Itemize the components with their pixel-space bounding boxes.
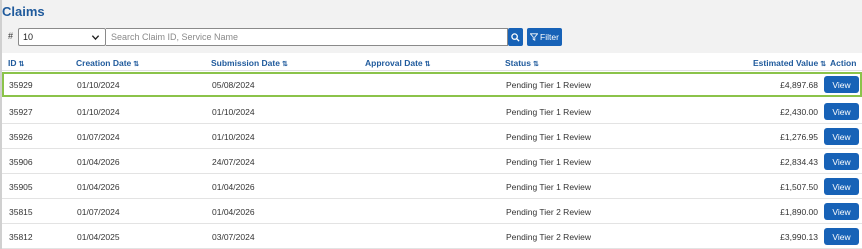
cell-estimated-value: £1,890.00 bbox=[780, 207, 818, 217]
table-row[interactable]: 35927 01/10/2024 01/10/2024 Pending Tier… bbox=[2, 99, 862, 124]
cell-submission-date: 01/04/2026 bbox=[212, 207, 255, 217]
view-button[interactable]: View bbox=[824, 203, 859, 220]
cell-id: 35815 bbox=[9, 207, 33, 217]
chevron-down-icon bbox=[91, 35, 100, 41]
cell-estimated-value: £1,276.95 bbox=[780, 132, 818, 142]
cell-submission-date: 01/10/2024 bbox=[212, 132, 255, 142]
cell-status: Pending Tier 1 Review bbox=[506, 132, 592, 142]
cell-creation-date: 01/04/2025 bbox=[77, 232, 120, 242]
cell-status: Pending Tier 1 Review bbox=[506, 107, 592, 117]
cell-id: 35906 bbox=[9, 157, 33, 167]
column-header-estimated-value[interactable]: Estimated Value ⇅ bbox=[753, 58, 826, 68]
cell-estimated-value: £4,897.68 bbox=[780, 80, 818, 90]
view-button[interactable]: View bbox=[824, 103, 859, 120]
cell-estimated-value: £3,990.13 bbox=[780, 232, 818, 242]
toolbar: # 10 Search Claim ID, Service Name Filte… bbox=[0, 28, 862, 47]
column-header-submission-date[interactable]: Submission Date ⇅ bbox=[211, 58, 288, 68]
cell-creation-date: 01/04/2026 bbox=[77, 182, 120, 192]
table-row[interactable]: 35926 01/07/2024 01/10/2024 Pending Tier… bbox=[2, 124, 862, 149]
cell-creation-date: 01/07/2024 bbox=[77, 207, 120, 217]
sort-icon[interactable]: ⇅ bbox=[425, 61, 431, 68]
cell-id: 35905 bbox=[9, 182, 33, 192]
view-button[interactable]: View bbox=[824, 178, 859, 195]
cell-submission-date: 24/07/2024 bbox=[212, 157, 255, 167]
page-title: Claims bbox=[2, 4, 45, 19]
table-row[interactable]: 35905 01/04/2026 01/04/2026 Pending Tier… bbox=[2, 174, 862, 199]
column-header-status[interactable]: Status ⇅ bbox=[505, 58, 539, 68]
table-row[interactable]: 35929 01/10/2024 05/08/2024 Pending Tier… bbox=[2, 72, 862, 97]
cell-status: Pending Tier 1 Review bbox=[506, 157, 592, 167]
column-header-creation-date[interactable]: Creation Date ⇅ bbox=[76, 58, 139, 68]
table-header: ID ⇅ Creation Date ⇅ Submission Date ⇅ Appr… bbox=[2, 53, 862, 71]
filter-icon bbox=[530, 33, 539, 41]
sort-icon[interactable]: ⇅ bbox=[19, 61, 25, 68]
cell-id: 35926 bbox=[9, 132, 33, 142]
cell-estimated-value: £1,507.50 bbox=[780, 182, 818, 192]
page-size-value: 10 bbox=[23, 32, 34, 42]
cell-submission-date: 03/07/2024 bbox=[212, 232, 255, 242]
cell-id: 35927 bbox=[9, 107, 33, 117]
cell-estimated-value: £2,430.00 bbox=[780, 107, 818, 117]
cell-status: Pending Tier 1 Review bbox=[506, 80, 592, 90]
cell-creation-date: 01/10/2024 bbox=[77, 107, 120, 117]
cell-creation-date: 01/04/2026 bbox=[77, 157, 120, 167]
sort-icon[interactable]: ⇅ bbox=[282, 61, 288, 68]
column-header-approval-date[interactable]: Approval Date ⇅ bbox=[365, 58, 431, 68]
search-button[interactable] bbox=[508, 28, 523, 46]
table-row[interactable]: 35906 01/04/2026 24/07/2024 Pending Tier… bbox=[2, 149, 862, 174]
cell-status: Pending Tier 2 Review bbox=[506, 232, 592, 242]
view-button[interactable]: View bbox=[824, 76, 859, 93]
cell-estimated-value: £2,834.43 bbox=[780, 157, 818, 167]
sort-icon[interactable]: ⇅ bbox=[820, 61, 826, 68]
cell-creation-date: 01/07/2024 bbox=[77, 132, 120, 142]
cell-id: 35812 bbox=[9, 232, 33, 242]
claims-table: ID ⇅ Creation Date ⇅ Submission Date ⇅ Appr… bbox=[2, 53, 862, 249]
page-size-select[interactable]: 10 bbox=[18, 28, 106, 46]
table-row[interactable]: 35812 01/04/2025 03/07/2024 Pending Tier… bbox=[2, 224, 862, 249]
cell-creation-date: 01/10/2024 bbox=[77, 80, 120, 90]
page-size-label: # bbox=[8, 31, 14, 41]
search-icon bbox=[511, 32, 520, 42]
cell-status: Pending Tier 2 Review bbox=[506, 207, 592, 217]
cell-status: Pending Tier 1 Review bbox=[506, 182, 592, 192]
filter-label: Filter bbox=[540, 32, 559, 42]
cell-submission-date: 05/08/2024 bbox=[212, 80, 255, 90]
column-header-id[interactable]: ID ⇅ bbox=[8, 58, 24, 68]
search-input[interactable]: Search Claim ID, Service Name bbox=[106, 28, 508, 46]
view-button[interactable]: View bbox=[824, 153, 859, 170]
filter-button[interactable]: Filter bbox=[527, 28, 562, 46]
column-header-action: Action bbox=[830, 58, 857, 68]
sort-icon[interactable]: ⇅ bbox=[133, 61, 139, 68]
cell-submission-date: 01/10/2024 bbox=[212, 107, 255, 117]
view-button[interactable]: View bbox=[824, 228, 859, 245]
cell-submission-date: 01/04/2026 bbox=[212, 182, 255, 192]
view-button[interactable]: View bbox=[824, 128, 859, 145]
sort-icon[interactable]: ⇅ bbox=[533, 61, 539, 68]
cell-id: 35929 bbox=[9, 80, 33, 90]
table-row[interactable]: 35815 01/07/2024 01/04/2026 Pending Tier… bbox=[2, 199, 862, 224]
